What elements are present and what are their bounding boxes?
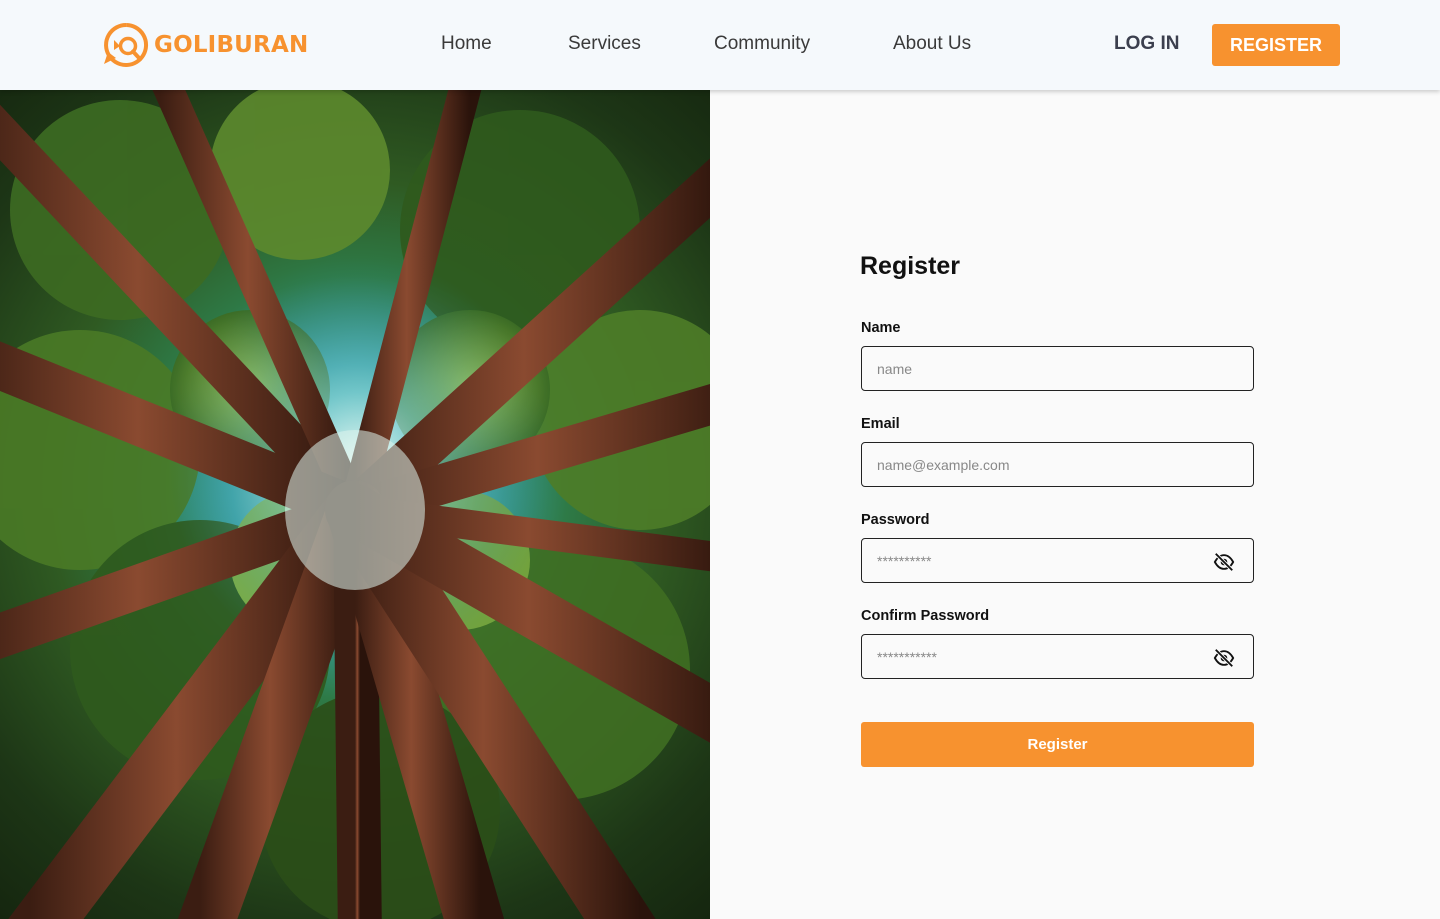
brand-logo[interactable]: GOLIBURAN bbox=[102, 22, 308, 68]
login-link[interactable]: LOG IN bbox=[1114, 33, 1179, 55]
name-input[interactable] bbox=[862, 347, 1253, 390]
password-input[interactable] bbox=[862, 539, 1253, 582]
confirm-password-label: Confirm Password bbox=[861, 608, 990, 624]
confirm-password-input[interactable] bbox=[862, 635, 1253, 678]
forest-canopy-illustration bbox=[0, 90, 710, 919]
magnifier-pin-icon bbox=[104, 23, 148, 67]
register-form-panel: Register Name Email Password Confirm Pas… bbox=[710, 90, 1440, 919]
eye-off-icon[interactable] bbox=[1213, 551, 1235, 573]
email-field bbox=[861, 442, 1254, 487]
nav-link-services[interactable]: Services bbox=[568, 33, 641, 55]
nav-link-community[interactable]: Community bbox=[714, 33, 810, 55]
email-input[interactable] bbox=[862, 443, 1253, 486]
nav-link-home[interactable]: Home bbox=[441, 33, 492, 55]
hero-forest-image bbox=[0, 90, 710, 919]
name-field bbox=[861, 346, 1254, 391]
name-label: Name bbox=[861, 320, 901, 336]
nav-link-about-us[interactable]: About Us bbox=[893, 33, 971, 55]
form-title: Register bbox=[860, 252, 961, 280]
eye-off-icon[interactable] bbox=[1213, 647, 1235, 669]
register-nav-button[interactable]: REGISTER bbox=[1212, 24, 1340, 66]
register-submit-button[interactable]: Register bbox=[861, 722, 1254, 767]
confirm-password-field bbox=[861, 634, 1254, 679]
top-navbar: GOLIBURAN Home Services Community About … bbox=[0, 0, 1440, 90]
email-label: Email bbox=[861, 416, 900, 432]
brand-name: GOLIBURAN bbox=[154, 32, 309, 58]
password-field bbox=[861, 538, 1254, 583]
password-label: Password bbox=[861, 512, 930, 528]
